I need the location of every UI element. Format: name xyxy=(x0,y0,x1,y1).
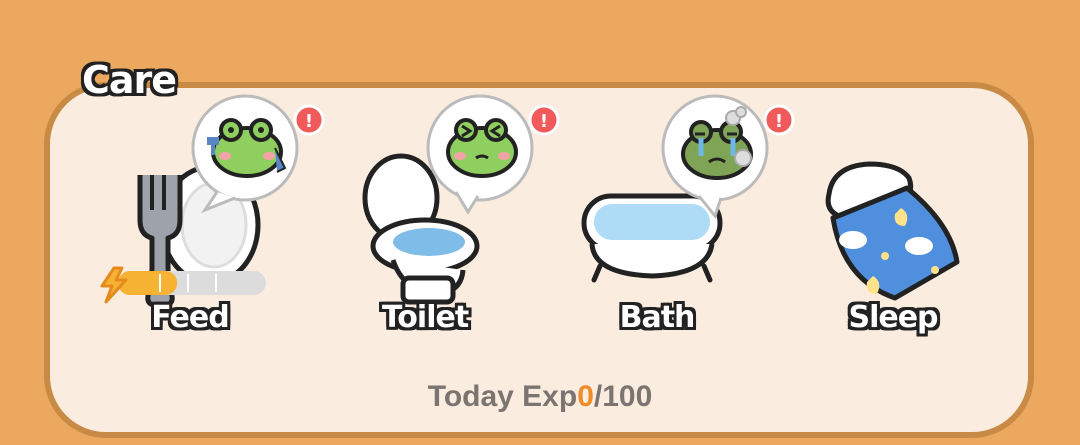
today-exp: Today Exp0/100 xyxy=(0,380,1080,414)
thought-bubble-feed: ! xyxy=(191,94,325,214)
care-label-feed: Feed xyxy=(151,300,229,335)
exp-current: 0 xyxy=(577,380,594,413)
exp-prefix: Today Exp xyxy=(427,380,578,413)
care-label-toilet: Toilet xyxy=(381,300,469,335)
svg-text:!: ! xyxy=(775,111,783,132)
alert-icon: ! xyxy=(293,104,325,136)
thought-bubble-bath: ! xyxy=(661,94,795,220)
care-item-sleep[interactable] xyxy=(815,158,965,303)
svg-text:!: ! xyxy=(540,111,548,132)
frog-face-icon xyxy=(446,118,518,178)
thought-bubble-toilet: ! xyxy=(426,94,560,215)
care-label-sleep: Sleep xyxy=(848,300,938,335)
exp-max: /100 xyxy=(593,380,653,413)
alert-icon: ! xyxy=(528,104,560,136)
care-label-bath: Bath xyxy=(619,300,696,335)
pillow-blanket-icon xyxy=(825,161,960,301)
svg-text:!: ! xyxy=(305,111,313,132)
alert-icon: ! xyxy=(763,104,795,136)
lightning-icon xyxy=(100,266,128,304)
